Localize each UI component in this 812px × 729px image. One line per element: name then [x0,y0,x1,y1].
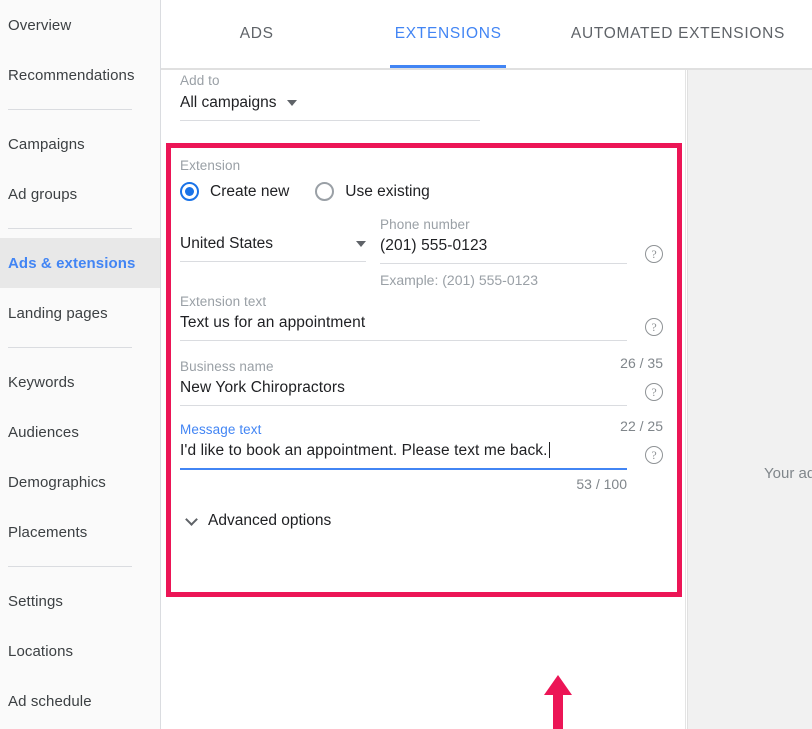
tab-ads-label: ADS [239,25,274,42]
tab-automated-extensions-label: AUTOMATED EXTENSIONS [570,25,786,42]
sidebar-item-audiences[interactable]: Audiences [0,407,160,457]
business-name-label: Business name [180,359,274,374]
sidebar-nav: Overview Recommendations Campaigns Ad group… [0,0,161,729]
message-text-counter-top: 22 / 25 [620,418,663,434]
chevron-down-icon [286,100,297,106]
sidebar-item-overview[interactable]: Overview [0,0,160,50]
business-name-counter: 26 / 35 [620,355,663,371]
ad-preview-pane: Your ad W [687,70,812,729]
sidebar-item-keywords[interactable]: Keywords [0,357,160,407]
phone-label: Phone number [380,217,470,232]
add-to-value: All campaigns [180,94,277,111]
tab-extensions-label: EXTENSIONS [394,25,502,42]
country-select[interactable]: United States [180,217,366,253]
country-underline [180,261,366,262]
sidebar-item-settings[interactable]: Settings [0,576,160,626]
sidebar-item-label: Landing pages [8,304,108,322]
sidebar-divider [8,109,132,110]
message-text-input[interactable]: I'd like to book an appointment. Please … [180,437,627,460]
help-circle-icon-message-text[interactable]: ? [645,446,663,464]
sidebar-item-label: Placements [8,523,88,541]
help-circle-icon-extension-text[interactable]: ? [645,318,663,336]
ad-preview-label: Your ad [764,465,812,482]
chevron-down-icon [185,512,198,526]
add-to-label: Add to [180,73,220,88]
phone-hint: Example: (201) 555-0123 [380,272,538,288]
extension-text-field: Extension text Text us for an appointmen… [180,294,663,341]
message-text-counter-bottom: 53 / 100 [576,476,627,492]
help-circle-icon-phone[interactable]: ? [645,245,663,263]
radio-create-new[interactable] [180,182,199,201]
add-to-underline [180,120,480,121]
sidebar-item-label: Keywords [8,373,75,391]
sidebar-item-landing-pages[interactable]: Landing pages [0,288,160,338]
sidebar-item-demographics[interactable]: Demographics [0,457,160,507]
sidebar-divider [8,347,132,348]
tab-extensions[interactable]: EXTENSIONS [352,0,543,68]
sidebar-item-label: Ads & extensions [8,254,136,272]
chevron-down-icon [356,241,366,247]
sidebar-item-label: Locations [8,642,74,660]
radio-use-existing-label[interactable]: Use existing [345,183,429,201]
extension-label: Extension [180,158,241,173]
radio-create-new-label[interactable]: Create new [210,183,289,201]
business-name-input[interactable]: New York Chiropractors [180,374,627,397]
message-text-label: Message text [180,422,262,437]
country-value: United States [180,235,274,252]
sidebar-item-ad-schedule[interactable]: Ad schedule [0,676,160,726]
sidebar-item-locations[interactable]: Locations [0,626,160,676]
phone-input[interactable]: (201) 555-0123 [380,232,627,255]
tab-ads[interactable]: ADS [161,0,352,68]
business-name-field: 26 / 35 Business name New York Chiroprac… [180,355,663,406]
sidebar-item-label: Demographics [8,473,106,491]
sidebar-item-label: Ad groups [8,185,78,203]
tab-bar: ADS EXTENSIONS AUTOMATED EXTENSIONS [161,0,812,70]
sidebar-item-label: Recommendations [8,66,135,84]
sidebar-divider [8,228,132,229]
extension-text-underline [180,340,627,341]
advanced-options-label: Advanced options [208,512,332,529]
app-root: Overview Recommendations Campaigns Ad group… [0,0,812,729]
radio-use-existing[interactable] [315,182,335,201]
sidebar-item-campaigns[interactable]: Campaigns [0,119,160,169]
add-to-select[interactable]: All campaigns [180,88,480,112]
extension-text-input[interactable]: Text us for an appointment [180,309,627,332]
extension-form-panel: Add to All campaigns Extension Create ne… [161,70,686,729]
sidebar-item-label: Ad schedule [8,692,92,710]
business-name-underline [180,405,627,406]
extension-radio-group: Create new Use existing [180,182,663,201]
country-field: United States [180,217,380,288]
annotation-arrow-icon [544,675,572,729]
phone-field: Phone number (201) 555-0123 ? Example: (… [380,217,663,288]
extension-fields: Extension Create new Use existing United… [171,148,677,592]
sidebar-item-label: Overview [8,16,72,34]
text-cursor [548,442,550,458]
tab-automated-extensions[interactable]: AUTOMATED EXTENSIONS [544,0,812,68]
message-text-field: 22 / 25 Message text I'd like to book an… [180,418,663,492]
sidebar-divider [8,566,132,567]
sidebar-item-placements[interactable]: Placements [0,507,160,557]
advanced-options-toggle[interactable]: Advanced options [180,512,663,530]
sidebar-item-recommendations[interactable]: Recommendations [0,50,160,100]
extension-text-label: Extension text [180,294,267,309]
message-text-value: I'd like to book an appointment. Please … [180,442,548,459]
sidebar-item-label: Campaigns [8,135,85,153]
country-phone-row: United States Phone number (201) 555-012… [180,217,663,288]
sidebar-item-ad-groups[interactable]: Ad groups [0,169,160,219]
sidebar-item-label: Settings [8,592,63,610]
help-circle-icon-business-name[interactable]: ? [645,383,663,401]
sidebar-item-label: Audiences [8,423,79,441]
add-to-block: Add to All campaigns [180,73,480,121]
sidebar-item-ads-extensions[interactable]: Ads & extensions [0,238,160,288]
extension-highlight-box: Extension Create new Use existing United… [166,143,682,597]
